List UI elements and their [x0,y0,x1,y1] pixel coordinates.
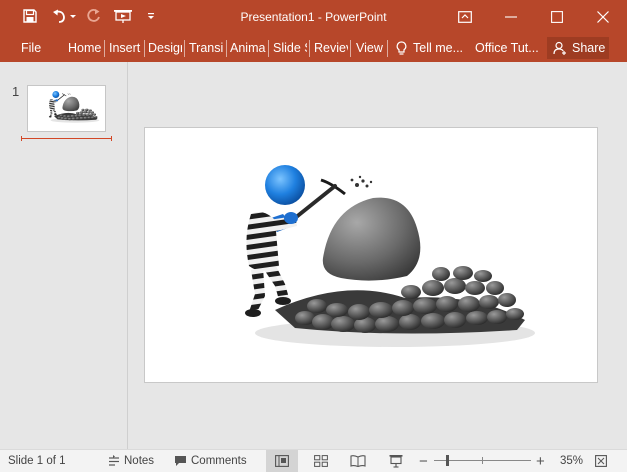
redo-icon [85,5,103,27]
notes-icon [109,455,119,466]
zoom-slider-thumb[interactable] [446,455,450,466]
tab-office-tutorials[interactable]: Office Tut... [475,34,539,62]
tab-separator [184,40,185,57]
slide-thumbnail[interactable] [27,85,106,132]
tab-design[interactable]: Desigr [148,34,182,62]
comment-icon [175,456,186,466]
maximize-icon[interactable] [534,0,580,34]
ribbon-display-options-icon[interactable] [442,0,488,34]
notes-label: Notes [124,455,155,467]
normal-view-icon[interactable] [266,450,298,472]
miner-clipart-image[interactable] [145,128,598,383]
tab-file[interactable]: File [21,34,41,62]
tell-me-label: Tell me... [413,41,464,55]
save-icon[interactable] [20,5,40,27]
tab-separator [268,40,269,57]
person-icon [553,41,566,55]
slide-number: 1 [12,84,20,99]
tab-separator [104,40,105,57]
tab-separator [226,40,227,57]
slide-editor [129,62,627,449]
tab-separator [144,40,145,57]
slide-sorter-view-icon[interactable] [305,450,337,472]
comments-button[interactable]: Comments [174,450,247,472]
undo-dropdown-icon[interactable] [68,5,78,27]
tab-slide-show[interactable]: Slide S [273,34,307,62]
share-label: Share [572,41,606,55]
start-from-beginning-icon[interactable] [112,5,134,27]
share-button[interactable]: Share [547,37,609,59]
undo-icon[interactable] [50,5,68,27]
tab-review[interactable]: Reviev [314,34,348,62]
slide-count[interactable]: Slide 1 of 1 [8,450,66,472]
comments-label: Comments [191,455,247,467]
slide-canvas[interactable] [144,127,598,383]
tab-separator [309,40,310,57]
reading-view-icon[interactable] [342,450,374,472]
slide-show-view-icon[interactable] [380,450,412,472]
customize-qat-icon[interactable] [144,5,158,27]
tab-separator [350,40,351,57]
minimize-icon[interactable] [488,0,534,34]
close-icon[interactable] [580,0,626,34]
zoom-slider-center-tick [482,457,483,464]
thumbnail-pane: 1 [0,62,128,449]
zoom-out-button[interactable]: − [419,450,428,472]
notes-button[interactable]: Notes [108,450,154,472]
tab-home[interactable]: Home [68,34,102,62]
tell-me-box[interactable]: Tell me... [396,34,463,62]
zoom-level[interactable]: 35% [560,450,583,472]
tab-separator [387,40,388,57]
tab-transitions[interactable]: Transi [189,34,223,62]
lightbulb-icon [396,40,407,55]
tab-insert[interactable]: Insert [109,34,143,62]
thumbnail-insertion-marker [21,136,112,141]
tab-view[interactable]: View [356,34,386,62]
ribbon-tabs: File Home Insert Desigr Transi Anima Sli… [0,34,627,62]
status-bar: Slide 1 of 1 Notes Comments − + 35% [0,449,627,472]
zoom-in-button[interactable]: + [536,450,545,472]
title-bar: Presentation1 - PowerPoint [0,0,627,34]
thumbnail-image [28,86,106,132]
fit-slide-to-window-icon[interactable] [587,450,615,472]
tab-animations[interactable]: Anima [230,34,266,62]
